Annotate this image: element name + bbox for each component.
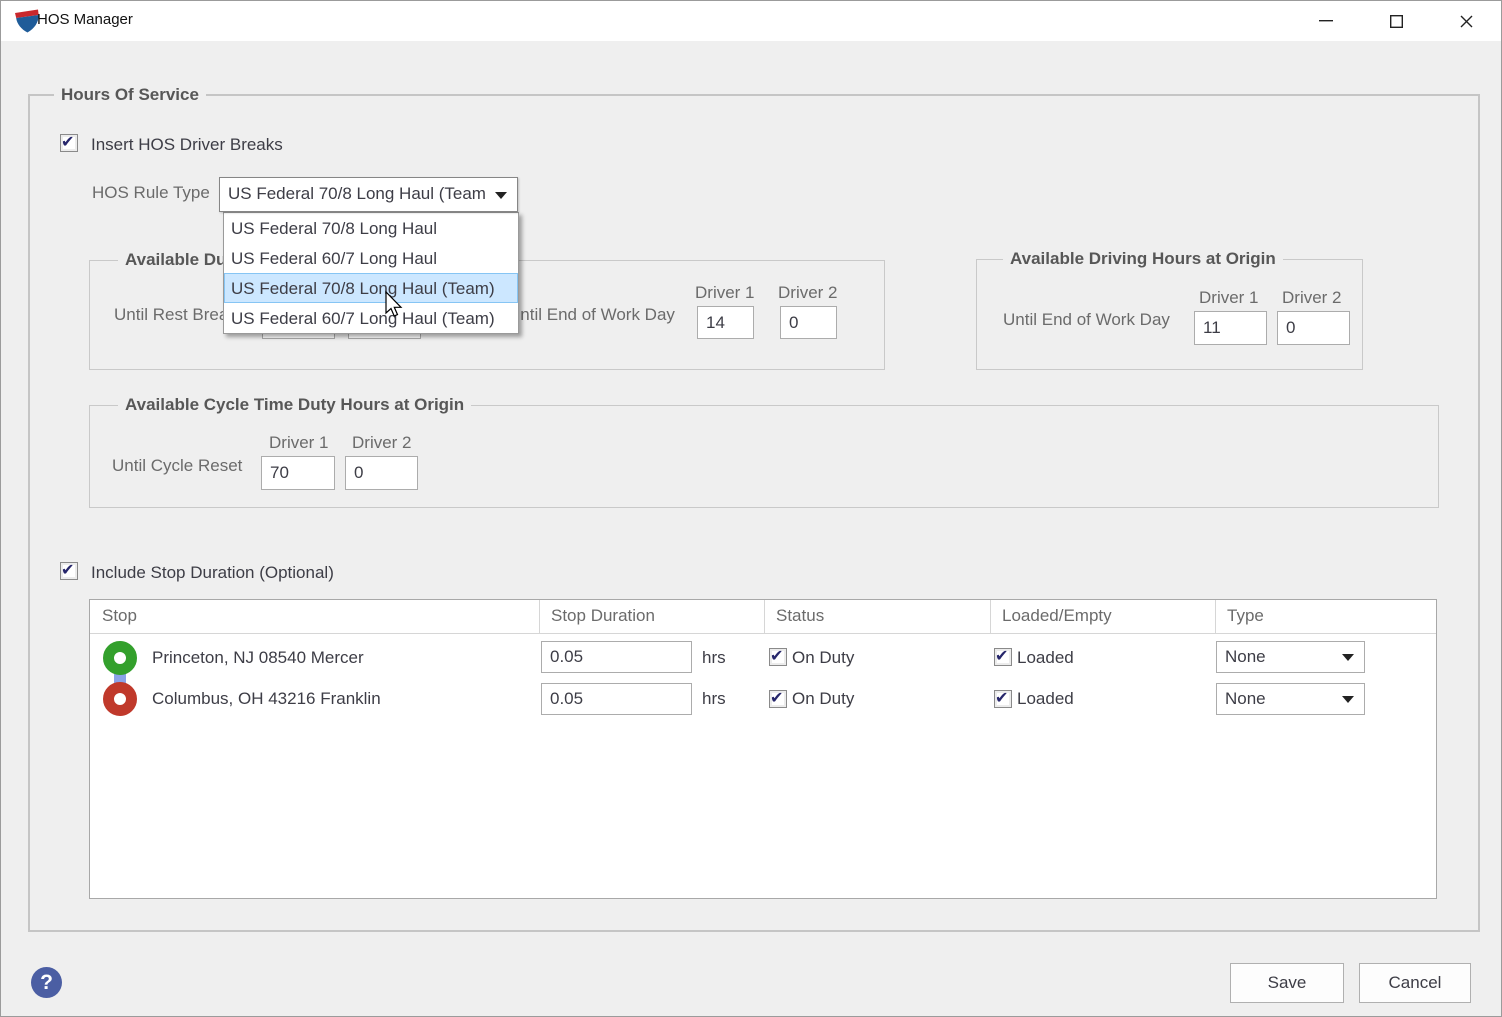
insert-hos-breaks-label: Insert HOS Driver Breaks xyxy=(91,135,283,155)
loaded-label: Loaded xyxy=(1017,648,1074,668)
titlebar: HOS Manager xyxy=(1,1,1501,41)
duty-until-eod-label: Until End of Work Day xyxy=(508,305,675,325)
column-divider xyxy=(539,600,540,634)
loaded-label: Loaded xyxy=(1017,689,1074,709)
loaded-checkbox[interactable] xyxy=(994,648,1012,666)
include-stop-duration-checkbox[interactable] xyxy=(60,562,78,580)
duty-eod-driver2-header: Driver 2 xyxy=(778,283,838,303)
window-title: HOS Manager xyxy=(37,11,133,28)
stops-table: Stop Stop Duration Status Loaded/Empty T… xyxy=(89,599,1437,899)
duty-eod-driver1-input[interactable] xyxy=(697,306,754,339)
chevron-down-icon xyxy=(1342,696,1354,703)
cycle-driver2-header: Driver 2 xyxy=(352,433,412,453)
maximize-button[interactable] xyxy=(1373,1,1419,41)
driving-driver2-input[interactable] xyxy=(1277,311,1350,345)
hours-of-service-title: Hours Of Service xyxy=(54,84,206,105)
cycle-driver2-input[interactable] xyxy=(345,456,418,490)
duty-eod-driver1-header: Driver 1 xyxy=(695,283,755,303)
hos-rule-type-select[interactable]: US Federal 70/8 Long Haul (Team xyxy=(219,177,518,212)
cycle-driver1-header: Driver 1 xyxy=(269,433,329,453)
driving-driver2-header: Driver 2 xyxy=(1282,288,1342,308)
col-header-status: Status xyxy=(776,606,824,626)
hos-rule-type-dropdown: US Federal 70/8 Long Haul US Federal 60/… xyxy=(223,212,519,334)
duty-eod-driver2-input[interactable] xyxy=(780,306,837,339)
on-duty-label: On Duty xyxy=(792,648,854,668)
column-divider xyxy=(990,600,991,634)
close-button[interactable] xyxy=(1443,1,1489,41)
insert-hos-breaks-checkbox[interactable] xyxy=(60,134,78,152)
rule-option-60-7-team[interactable]: US Federal 60/7 Long Haul (Team) xyxy=(224,303,518,333)
cancel-button[interactable]: Cancel xyxy=(1359,963,1471,1003)
until-cycle-reset-label: Until Cycle Reset xyxy=(112,456,242,476)
on-duty-checkbox[interactable] xyxy=(769,690,787,708)
duration-unit: hrs xyxy=(702,689,726,709)
type-select-value: None xyxy=(1225,647,1266,667)
available-cycle-time-title: Available Cycle Time Duty Hours at Origi… xyxy=(118,394,471,415)
cycle-driver1-input[interactable] xyxy=(261,456,335,490)
help-button[interactable]: ? xyxy=(31,967,62,998)
stop-duration-input[interactable] xyxy=(541,683,692,715)
until-rest-break-label: Until Rest Break xyxy=(114,305,237,325)
available-cycle-time-group: Available Cycle Time Duty Hours at Origi… xyxy=(89,405,1439,508)
chevron-down-icon xyxy=(495,192,507,199)
destination-stop-icon xyxy=(103,682,137,716)
stops-table-header: Stop Stop Duration Status Loaded/Empty T… xyxy=(90,600,1436,634)
save-button[interactable]: Save xyxy=(1230,963,1344,1003)
stop-name: Columbus, OH 43216 Franklin xyxy=(152,689,381,709)
type-select[interactable]: None xyxy=(1216,641,1365,673)
column-divider xyxy=(1215,600,1216,634)
col-header-duration: Stop Duration xyxy=(551,606,655,626)
col-header-type: Type xyxy=(1227,606,1264,626)
chevron-down-icon xyxy=(1342,654,1354,661)
col-header-stop: Stop xyxy=(102,606,137,626)
mouse-cursor xyxy=(382,290,404,320)
stop-name: Princeton, NJ 08540 Mercer xyxy=(152,648,364,668)
driving-until-eod-label: Until End of Work Day xyxy=(1003,310,1170,330)
on-duty-checkbox[interactable] xyxy=(769,648,787,666)
type-select[interactable]: None xyxy=(1216,683,1365,715)
rule-option-70-8-team[interactable]: US Federal 70/8 Long Haul (Team) xyxy=(224,273,518,303)
origin-stop-icon xyxy=(103,641,137,675)
on-duty-label: On Duty xyxy=(792,689,854,709)
rule-option-70-8[interactable]: US Federal 70/8 Long Haul xyxy=(224,213,518,243)
stop-duration-input[interactable] xyxy=(541,641,692,673)
column-divider xyxy=(764,600,765,634)
available-driving-hours-group: Available Driving Hours at Origin Until … xyxy=(976,259,1363,370)
hos-rule-type-value: US Federal 70/8 Long Haul (Team xyxy=(228,184,489,204)
col-header-loaded: Loaded/Empty xyxy=(1002,606,1112,626)
hos-manager-window: HOS Manager Hours Of Service Insert HOS … xyxy=(0,0,1502,1017)
minimize-button[interactable] xyxy=(1303,1,1349,41)
hos-rule-type-label: HOS Rule Type xyxy=(92,183,210,203)
type-select-value: None xyxy=(1225,689,1266,709)
available-driving-hours-title: Available Driving Hours at Origin xyxy=(1003,248,1283,269)
rule-option-60-7[interactable]: US Federal 60/7 Long Haul xyxy=(224,243,518,273)
include-stop-duration-label: Include Stop Duration (Optional) xyxy=(91,563,334,583)
app-shield-icon xyxy=(13,8,40,34)
loaded-checkbox[interactable] xyxy=(994,690,1012,708)
driving-driver1-header: Driver 1 xyxy=(1199,288,1259,308)
driving-driver1-input[interactable] xyxy=(1194,311,1267,345)
duration-unit: hrs xyxy=(702,648,726,668)
